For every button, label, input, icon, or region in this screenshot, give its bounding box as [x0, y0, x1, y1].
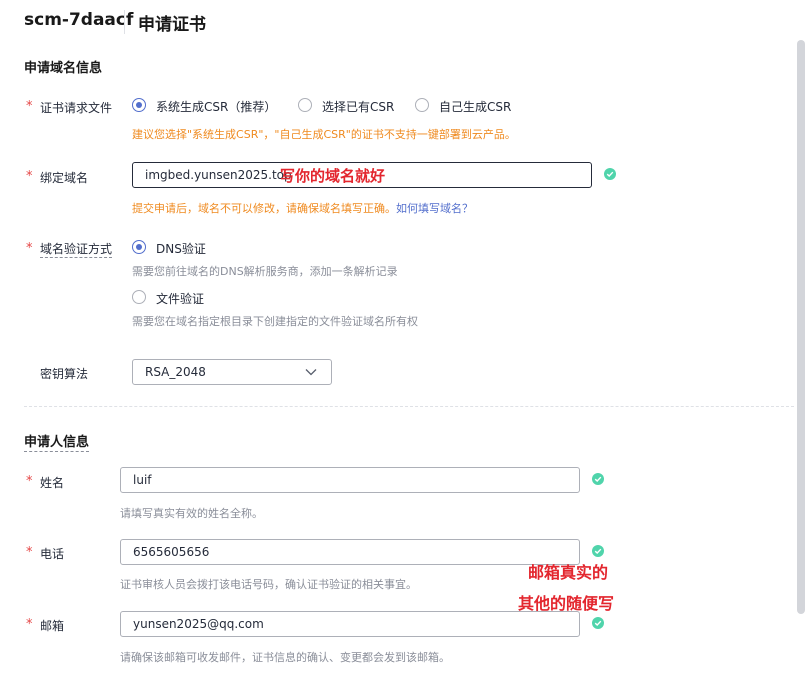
required-marker: *: [26, 99, 33, 114]
instance-title: scm-7daacf: [24, 10, 134, 30]
csr-option-self-label: 自己生成CSR: [439, 100, 512, 114]
applicant-section-title: 申请人信息: [24, 431, 90, 452]
bind-domain-label: 绑定域名: [40, 171, 89, 185]
phone-input[interactable]: [120, 539, 580, 565]
csr-hint: 建议您选择"系统生成CSR"，"自己生成CSR"的证书不支持一键部署到云产品。: [132, 128, 516, 141]
verify-option-file[interactable]: 文件验证: [132, 290, 232, 306]
csr-option-self[interactable]: 自己生成CSR: [415, 98, 515, 114]
verify-option-dns-label: DNS验证: [156, 242, 206, 256]
algorithm-value: RSA_2048: [145, 365, 206, 379]
csr-option-system[interactable]: 系统生成CSR（推荐）: [132, 98, 282, 114]
success-check-icon: [604, 168, 616, 180]
verify-file-desc: 需要您在域名指定根目录下创建指定的文件验证域名所有权: [132, 315, 418, 328]
success-check-icon: [592, 545, 604, 557]
phone-label: 电话: [40, 547, 65, 561]
domain-section-title: 申请域名信息: [24, 61, 103, 76]
domain-annotation: 写你的域名就好: [280, 167, 386, 185]
success-check-icon: [592, 617, 604, 629]
scrollbar[interactable]: [797, 40, 805, 614]
required-marker: *: [26, 545, 33, 560]
name-input[interactable]: [120, 467, 580, 493]
bind-domain-hint-text: 提交申请后，域名不可以修改，请确保域名填写正确。: [132, 202, 396, 215]
csr-option-existing-label: 选择已有CSR: [322, 100, 395, 114]
how-to-fill-domain-link[interactable]: 如何填写域名？: [396, 202, 473, 215]
radio-icon[interactable]: [132, 290, 146, 304]
required-marker: *: [26, 169, 33, 184]
radio-icon[interactable]: [298, 98, 312, 112]
radio-icon[interactable]: [415, 98, 429, 112]
name-label: 姓名: [40, 476, 65, 490]
email-hint: 请确保该邮箱可收发邮件，证书信息的确认、变更都会发到该邮箱。: [120, 651, 450, 664]
required-marker: *: [26, 474, 33, 489]
algorithm-select[interactable]: RSA_2048: [132, 359, 332, 385]
email-label: 邮箱: [40, 619, 65, 633]
csr-option-existing[interactable]: 选择已有CSR: [298, 98, 398, 114]
page-title: 申请证书: [138, 15, 206, 35]
header-divider: [124, 10, 125, 34]
required-marker: *: [26, 241, 33, 256]
radio-checked-icon[interactable]: [132, 240, 146, 254]
email-annotation-line1: 邮箱真实的: [528, 563, 609, 582]
csr-option-system-label: 系统生成CSR（推荐）: [156, 100, 277, 114]
required-marker: *: [26, 617, 33, 632]
radio-checked-icon[interactable]: [132, 98, 146, 112]
name-hint: 请填写真实有效的姓名全称。: [120, 507, 263, 520]
verify-option-file-label: 文件验证: [156, 292, 205, 306]
verify-option-dns[interactable]: DNS验证: [132, 240, 232, 256]
phone-hint: 证书审核人员会拨打该电话号码，确认证书验证的相关事宜。: [120, 578, 417, 591]
verify-method-label: 域名验证方式: [40, 242, 113, 258]
algorithm-label: 密钥算法: [40, 367, 89, 381]
chevron-down-icon: [305, 369, 317, 376]
verify-dns-desc: 需要您前往域名的DNS解析服务商，添加一条解析记录: [132, 265, 398, 278]
csr-label: 证书请求文件: [40, 101, 113, 115]
section-divider: [24, 406, 794, 407]
bind-domain-hint: 提交申请后，域名不可以修改，请确保域名填写正确。如何填写域名？: [132, 200, 473, 216]
email-input[interactable]: [120, 611, 580, 637]
success-check-icon: [592, 473, 604, 485]
